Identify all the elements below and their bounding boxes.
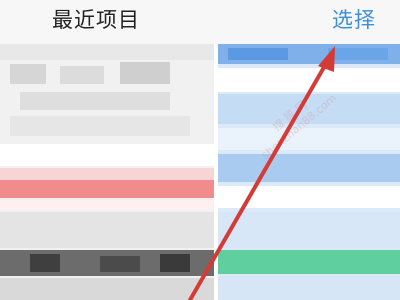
recent-item-thumbnail[interactable]	[0, 44, 214, 300]
select-button[interactable]: 选择	[332, 4, 376, 36]
recent-items-grid: 搜 狐 网 shenzhan88.com	[0, 44, 400, 300]
page-title: 最近项目	[52, 8, 140, 32]
recent-item-thumbnail[interactable]	[218, 44, 400, 300]
header-bar: 最近项目 选择	[0, 0, 400, 44]
